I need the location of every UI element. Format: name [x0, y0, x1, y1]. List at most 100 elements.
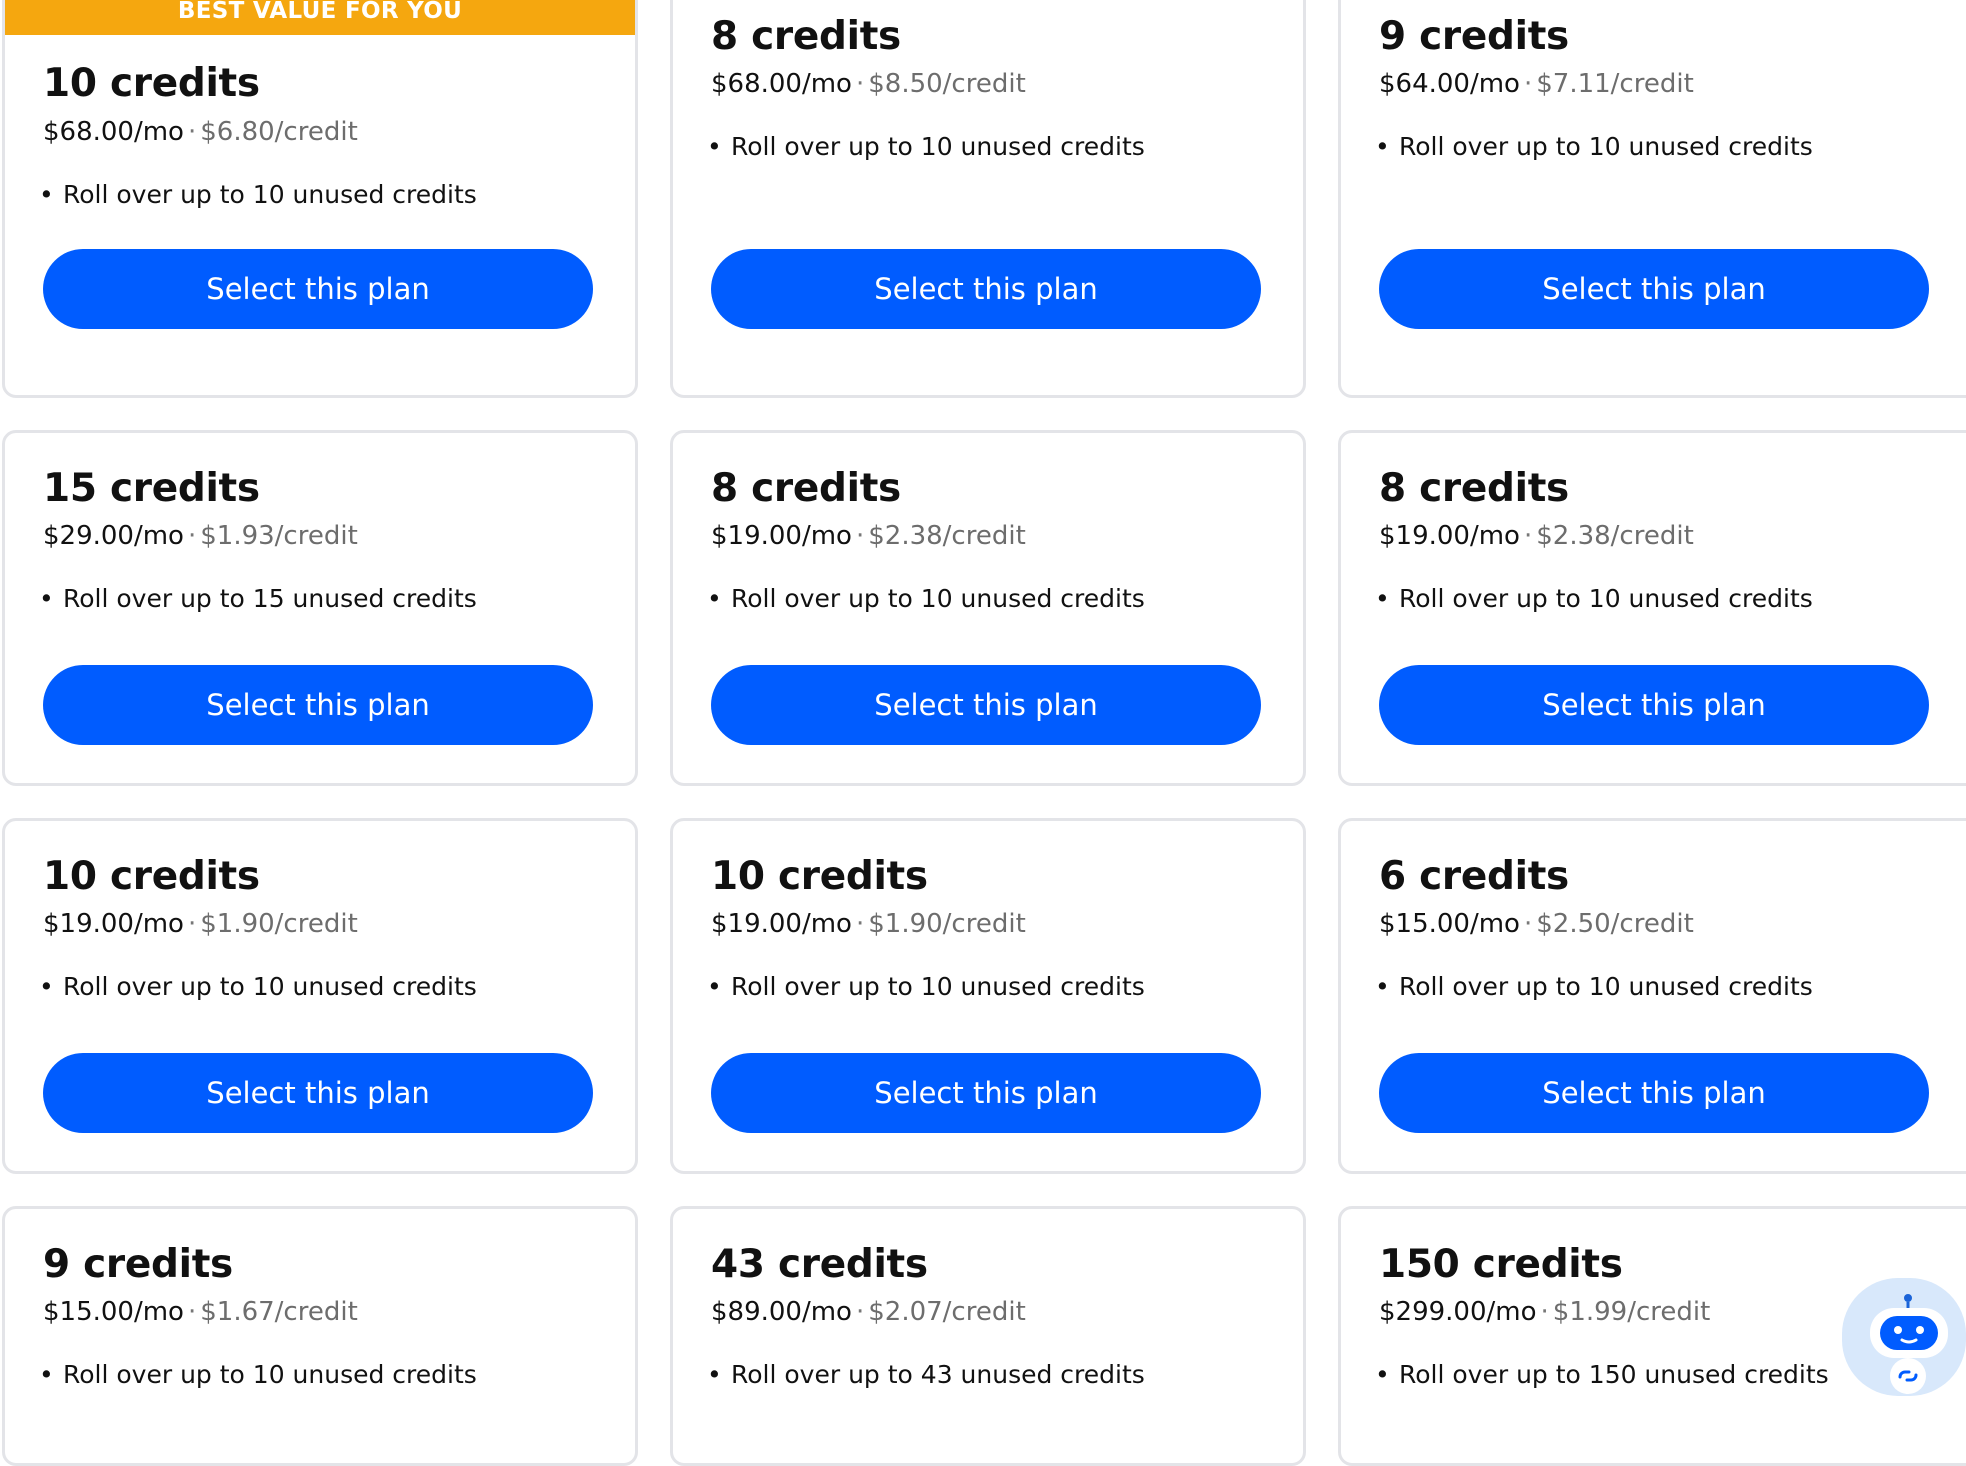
plan-feature-item: Roll over up to 10 unused credits — [731, 132, 1145, 161]
plan-price: $19.00/mo — [711, 909, 852, 939]
plan-price: $19.00/mo — [43, 909, 184, 939]
plan-per-credit: $1.90/credit — [868, 909, 1026, 939]
separator-dot: · — [187, 117, 197, 147]
plan-feature-item: Roll over up to 10 unused credits — [63, 972, 477, 1001]
plan-credits: 9 credits — [43, 1242, 233, 1287]
plan-per-credit: $1.99/credit — [1552, 1297, 1711, 1327]
select-plan-button[interactable]: Select this plan — [43, 249, 593, 329]
robot-icon — [1870, 1294, 1948, 1394]
plan-price: $15.00/mo — [1379, 909, 1520, 939]
plan-price: $29.00/mo — [43, 521, 184, 551]
separator-dot: · — [855, 1297, 865, 1327]
plan-feature-item: Roll over up to 43 unused credits — [731, 1360, 1145, 1389]
plan-per-credit: $2.38/credit — [868, 521, 1026, 551]
plan-feature-item: Roll over up to 150 unused credits — [1399, 1360, 1829, 1389]
plan-per-credit: $1.90/credit — [200, 909, 358, 939]
select-plan-button[interactable]: Select this plan — [711, 665, 1261, 745]
plan-feature-item: Roll over up to 10 unused credits — [1399, 584, 1813, 613]
plan-card: 9 credits $15.00/mo·$1.67/credit Roll ov… — [2, 1206, 638, 1466]
separator-dot: · — [855, 69, 865, 99]
plan-credits: 150 credits — [1379, 1242, 1623, 1287]
plan-feature-item: Roll over up to 10 unused credits — [63, 180, 477, 209]
plan-per-credit: $2.38/credit — [1536, 521, 1694, 551]
plan-features: Roll over up to 10 unused credits — [63, 180, 477, 209]
plan-price: $299.00/mo — [1379, 1297, 1537, 1327]
plan-price-line: $68.00/mo · $6.80/credit — [43, 117, 358, 147]
plan-card: 43 credits $89.00/mo·$2.07/credit Roll o… — [670, 1206, 1306, 1466]
plans-grid: BEST VALUE FOR YOU 10 credits $68.00/mo ·… — [0, 0, 1966, 1466]
plan-card: 8 credits $19.00/mo·$2.38/credit Roll ov… — [1338, 430, 1966, 786]
plan-per-credit: $1.93/credit — [200, 521, 358, 551]
select-plan-button[interactable]: Select this plan — [43, 665, 593, 745]
select-plan-button[interactable]: Select this plan — [711, 1053, 1261, 1133]
separator-dot: · — [1523, 69, 1533, 99]
plan-card: 15 credits $29.00/mo·$1.93/credit Roll o… — [2, 430, 638, 786]
chat-assistant-button[interactable] — [1842, 1278, 1966, 1396]
select-plan-button[interactable]: Select this plan — [1379, 1053, 1929, 1133]
plan-per-credit: $7.11/credit — [1536, 69, 1694, 99]
best-value-badge: BEST VALUE FOR YOU — [5, 0, 635, 35]
plan-price-line: $64.00/mo · $7.11/credit — [1379, 69, 1694, 99]
plan-price-line: $19.00/mo · $2.38/credit — [1379, 521, 1694, 551]
plan-features: Roll over up to 10 unused credits — [63, 1360, 477, 1389]
plan-price-line: $299.00/mo · $1.99/credit — [1379, 1297, 1710, 1327]
plan-feature-item: Roll over up to 10 unused credits — [731, 584, 1145, 613]
plan-price: $64.00/mo — [1379, 69, 1520, 99]
plan-price-line: $29.00/mo · $1.93/credit — [43, 521, 358, 551]
select-plan-button[interactable]: Select this plan — [1379, 665, 1929, 745]
plan-per-credit: $2.07/credit — [868, 1297, 1026, 1327]
plan-card: 8 credits $19.00/mo·$2.38/credit Roll ov… — [670, 430, 1306, 786]
plan-credits: 6 credits — [1379, 854, 1569, 899]
plan-price-line: $15.00/mo · $2.50/credit — [1379, 909, 1694, 939]
plan-price: $68.00/mo — [43, 117, 184, 147]
plan-credits: 43 credits — [711, 1242, 928, 1287]
plan-price-line: $19.00/mo · $2.38/credit — [711, 521, 1026, 551]
plan-feature-item: Roll over up to 10 unused credits — [731, 972, 1145, 1001]
plan-card: 10 credits $19.00/mo·$1.90/credit Roll o… — [670, 818, 1306, 1174]
plan-card: BEST VALUE FOR YOU 10 credits $68.00/mo ·… — [2, 0, 638, 398]
plan-credits: 9 credits — [1379, 14, 1569, 59]
plan-card: 6 credits $15.00/mo·$2.50/credit Roll ov… — [1338, 818, 1966, 1174]
plan-features: Roll over up to 150 unused credits — [1399, 1360, 1829, 1389]
plan-per-credit: $6.80/credit — [200, 117, 358, 147]
plan-card: 8 credits $68.00/mo·$8.50/credit Roll ov… — [670, 0, 1306, 398]
separator-dot: · — [855, 521, 865, 551]
plan-price-line: $19.00/mo · $1.90/credit — [43, 909, 358, 939]
plan-credits: 8 credits — [711, 14, 901, 59]
plan-feature-item: Roll over up to 10 unused credits — [1399, 132, 1813, 161]
separator-dot: · — [187, 1297, 197, 1327]
plan-feature-item: Roll over up to 10 unused credits — [1399, 972, 1813, 1001]
separator-dot: · — [855, 909, 865, 939]
plan-card: 10 credits $19.00/mo·$1.90/credit Roll o… — [2, 818, 638, 1174]
plan-price-line: $89.00/mo · $2.07/credit — [711, 1297, 1026, 1327]
select-plan-button[interactable]: Select this plan — [43, 1053, 593, 1133]
plan-credits: 8 credits — [711, 466, 901, 511]
plan-features: Roll over up to 43 unused credits — [731, 1360, 1145, 1389]
separator-dot: · — [187, 521, 197, 551]
plan-features: Roll over up to 15 unused credits — [63, 584, 477, 613]
plan-price: $19.00/mo — [711, 521, 852, 551]
plan-features: Roll over up to 10 unused credits — [1399, 972, 1813, 1001]
plan-features: Roll over up to 10 unused credits — [1399, 132, 1813, 161]
plan-price: $19.00/mo — [1379, 521, 1520, 551]
plan-per-credit: $2.50/credit — [1536, 909, 1694, 939]
plan-feature-item: Roll over up to 15 unused credits — [63, 584, 477, 613]
select-plan-button[interactable]: Select this plan — [711, 249, 1261, 329]
plan-features: Roll over up to 10 unused credits — [63, 972, 477, 1001]
plan-price: $15.00/mo — [43, 1297, 184, 1327]
plan-per-credit: $1.67/credit — [200, 1297, 358, 1327]
plan-price: $68.00/mo — [711, 69, 852, 99]
plan-price-line: $19.00/mo · $1.90/credit — [711, 909, 1026, 939]
plan-credits: 10 credits — [711, 854, 928, 899]
plan-features: Roll over up to 10 unused credits — [1399, 584, 1813, 613]
select-plan-button[interactable]: Select this plan — [1379, 249, 1929, 329]
separator-dot: · — [1523, 909, 1533, 939]
plan-credits: 15 credits — [43, 466, 260, 511]
separator-dot: · — [1540, 1297, 1549, 1327]
plan-card: 9 credits $64.00/mo·$7.11/credit Roll ov… — [1338, 0, 1966, 398]
plan-price-line: $68.00/mo · $8.50/credit — [711, 69, 1026, 99]
plan-features: Roll over up to 10 unused credits — [731, 584, 1145, 613]
plan-price-line: $15.00/mo · $1.67/credit — [43, 1297, 358, 1327]
plan-per-credit: $8.50/credit — [868, 69, 1026, 99]
plan-credits: 10 credits — [43, 854, 260, 899]
